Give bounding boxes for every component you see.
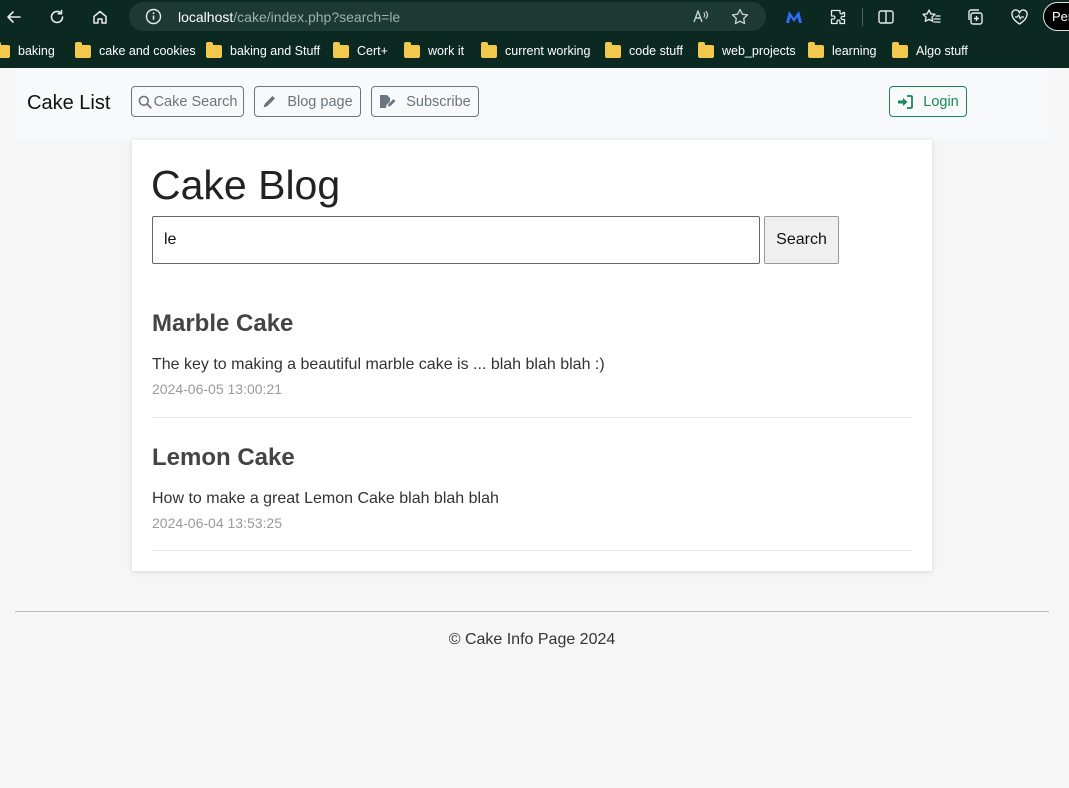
cake-search-button[interactable]: Cake Search — [131, 86, 244, 117]
bookmarks-bar: baking cake and cookies baking and Stuff… — [0, 34, 1069, 68]
home-icon[interactable] — [88, 5, 112, 29]
profile-button[interactable]: Per — [1043, 2, 1069, 31]
browser-toolbar: localhost/cake/index.php?search=le Per — [0, 0, 1069, 34]
blog-page-label: Blog page — [287, 93, 353, 110]
read-aloud-icon[interactable] — [692, 8, 710, 30]
post-excerpt: The key to making a beautiful marble cak… — [152, 356, 605, 373]
shield-extension-icon[interactable] — [783, 6, 805, 28]
folder-icon — [333, 41, 349, 58]
folder-icon — [0, 41, 10, 58]
folder-icon — [808, 41, 824, 58]
folder-icon — [892, 41, 908, 58]
address-bar[interactable]: localhost/cake/index.php?search=le — [129, 2, 766, 31]
pencil-icon — [262, 94, 277, 109]
search-input[interactable] — [152, 216, 760, 264]
post-date: 2024-06-04 13:53:25 — [152, 515, 282, 531]
post-item-lemon-cake: Lemon Cake How to make a great Lemon Cak… — [152, 444, 912, 551]
search-button[interactable]: Search — [764, 216, 839, 264]
toolbar-separator — [862, 8, 863, 26]
post-date: 2024-06-05 13:00:21 — [152, 381, 282, 397]
login-button[interactable]: Login — [889, 86, 967, 117]
back-arrow-icon[interactable] — [2, 5, 26, 29]
site-info-icon[interactable] — [145, 8, 162, 30]
collections-icon[interactable] — [964, 6, 986, 28]
subscribe-label: Subscribe — [406, 93, 471, 110]
site-navbar: Cake List Cake Search Blog page Subscrib… — [15, 68, 1049, 140]
split-screen-icon[interactable] — [875, 6, 897, 28]
bookmark-baking-and-stuff[interactable]: baking and Stuff — [206, 41, 320, 61]
folder-icon — [698, 41, 714, 58]
post-title[interactable]: Marble Cake — [152, 310, 293, 338]
bookmark-web-projects[interactable]: web_projects — [698, 41, 796, 61]
blog-card: Cake Blog Search Marble Cake The key to … — [132, 140, 932, 571]
cake-search-label: Cake Search — [153, 93, 238, 110]
folder-icon — [206, 41, 222, 58]
folder-icon — [75, 41, 91, 58]
url-text: localhost/cake/index.php?search=le — [178, 9, 400, 25]
browser-essentials-icon[interactable] — [1008, 6, 1030, 28]
magnifier-icon — [138, 95, 152, 109]
post-excerpt: How to make a great Lemon Cake blah blah… — [152, 490, 499, 507]
page-title: Cake Blog — [151, 162, 341, 208]
bookmark-baking[interactable]: baking — [0, 41, 55, 61]
bookmark-cert-plus[interactable]: Cert+ — [333, 41, 388, 61]
subscribe-button[interactable]: Subscribe — [371, 86, 479, 117]
folder-icon — [481, 41, 497, 58]
favorite-star-icon[interactable] — [731, 8, 749, 30]
brand-link[interactable]: Cake List — [27, 92, 110, 115]
bookmark-algo-stuff[interactable]: Algo stuff — [892, 41, 968, 61]
footer-copyright: © Cake Info Page 2024 — [448, 631, 616, 648]
folder-icon — [404, 41, 420, 58]
footer-divider — [15, 611, 1049, 612]
bookmark-learning[interactable]: learning — [808, 41, 876, 61]
url-path: /cake/index.php?search=le — [233, 9, 401, 25]
extensions-puzzle-icon[interactable] — [827, 6, 849, 28]
sign-in-icon — [897, 94, 914, 109]
blog-page-button[interactable]: Blog page — [254, 86, 361, 117]
url-host: localhost — [178, 9, 234, 25]
bookmark-code-stuff[interactable]: code stuff — [605, 41, 683, 61]
post-item-marble-cake: Marble Cake The key to making a beautifu… — [152, 310, 912, 418]
bookmark-cake-and-cookies[interactable]: cake and cookies — [75, 41, 196, 61]
bookmark-current-working[interactable]: current working — [481, 41, 590, 61]
post-title[interactable]: Lemon Cake — [152, 444, 295, 472]
refresh-icon[interactable] — [45, 5, 69, 29]
favorites-list-icon[interactable] — [920, 6, 942, 28]
file-signature-icon — [379, 94, 396, 109]
login-label: Login — [923, 93, 959, 110]
bookmark-work-it[interactable]: work it — [404, 41, 464, 61]
folder-icon — [605, 41, 621, 58]
